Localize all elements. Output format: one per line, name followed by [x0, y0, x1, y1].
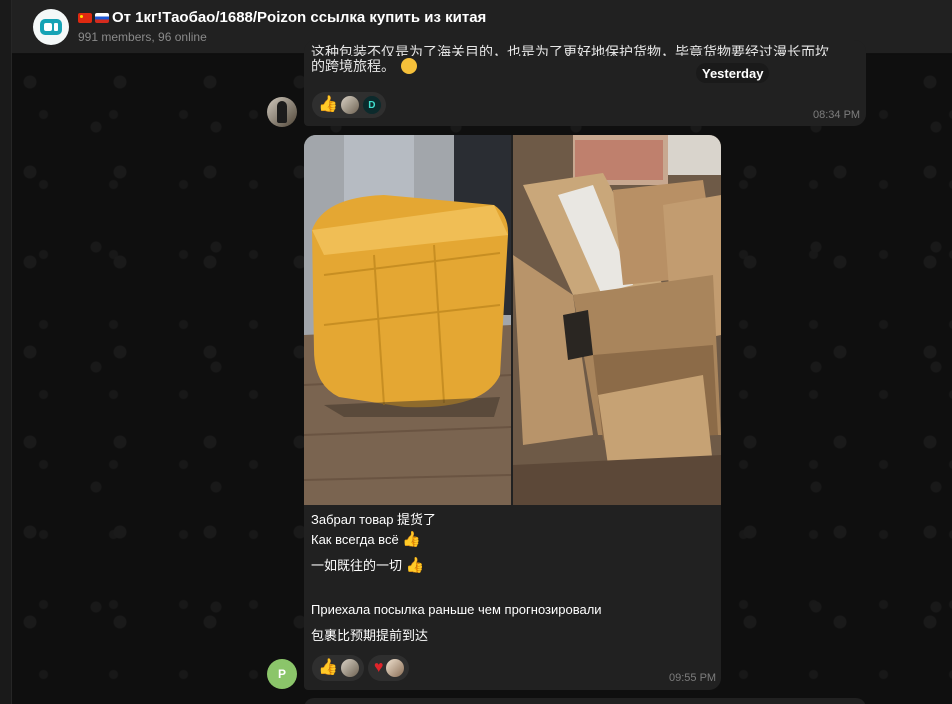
message-bubble-previous[interactable]: 这种包装不仅是为了海关目的，也是为了更好地保护货物，毕竟货物要经过漫长而坎坷 的… [304, 40, 866, 126]
reaction-thumbs-up[interactable]: 👍 D [312, 92, 386, 118]
thumbs-up-icon: 👍 [405, 557, 425, 574]
chat-logo-icon [40, 19, 62, 35]
message-bubble-next[interactable] [304, 698, 866, 704]
sender-avatar[interactable]: P [267, 659, 297, 689]
reactor-avatar: D [361, 95, 382, 115]
message-line: 一如既往的一切 👍 [311, 557, 425, 574]
reactor-avatar [385, 658, 406, 678]
reactions-row: 👍 ♥ [312, 655, 410, 681]
china-flag-icon [78, 12, 92, 23]
message-line: Как всегда всё 👍 [311, 531, 421, 548]
chat-title-text: От 1кг!Таобао/1688/Poizon ссылка купить … [112, 9, 487, 26]
reaction-thumbs-up[interactable]: 👍 [312, 655, 364, 681]
message-line: Забрал товар 提货了 [311, 512, 437, 527]
message-bubble[interactable]: Забрал товар 提货了 Как всегда всё 👍 一如既往的一… [304, 135, 721, 690]
photo-package[interactable] [304, 135, 511, 505]
message-text-line: 的跨境旅程。 [311, 58, 395, 74]
reactor-avatar [339, 95, 360, 115]
chat-title[interactable]: От 1кг!Таобао/1688/Poizon ссылка купить … [78, 9, 486, 26]
message-time: 08:34 PM [813, 109, 861, 121]
message-text: Забрал товар 提货了 Как всегда всё 👍 一如既往的一… [311, 510, 711, 646]
thumbs-up-icon: 👍 [318, 96, 338, 113]
sender-avatar[interactable] [267, 97, 297, 127]
russia-flag-icon [95, 12, 109, 23]
photo-icon [304, 135, 511, 505]
window-left-edge [0, 0, 12, 704]
message-line: 包裹比预期提前到达 [311, 628, 429, 643]
reaction-heart[interactable]: ♥ [367, 655, 410, 681]
chat-avatar[interactable] [33, 9, 69, 45]
heart-icon: ♥ [373, 659, 384, 676]
photo-opened-boxes[interactable] [513, 135, 721, 505]
photo-icon [513, 135, 721, 505]
message-text-line: 这种包装不仅是为了海关目的，也是为了更好地保护货物，毕竟货物要经过漫长而坎坷 [311, 44, 829, 56]
message-time: 09:55 PM [669, 672, 717, 684]
shushing-face-emoji-icon [401, 58, 417, 74]
thumbs-up-icon: 👍 [318, 659, 338, 676]
message-line: Приехала посылка раньше чем прогнозирова… [311, 602, 602, 617]
reactor-avatar [339, 658, 360, 678]
message-line [311, 576, 711, 596]
thumbs-up-icon: 👍 [402, 531, 421, 548]
reactions-row: 👍 D [312, 92, 386, 118]
date-separator: Yesterday [696, 63, 770, 83]
